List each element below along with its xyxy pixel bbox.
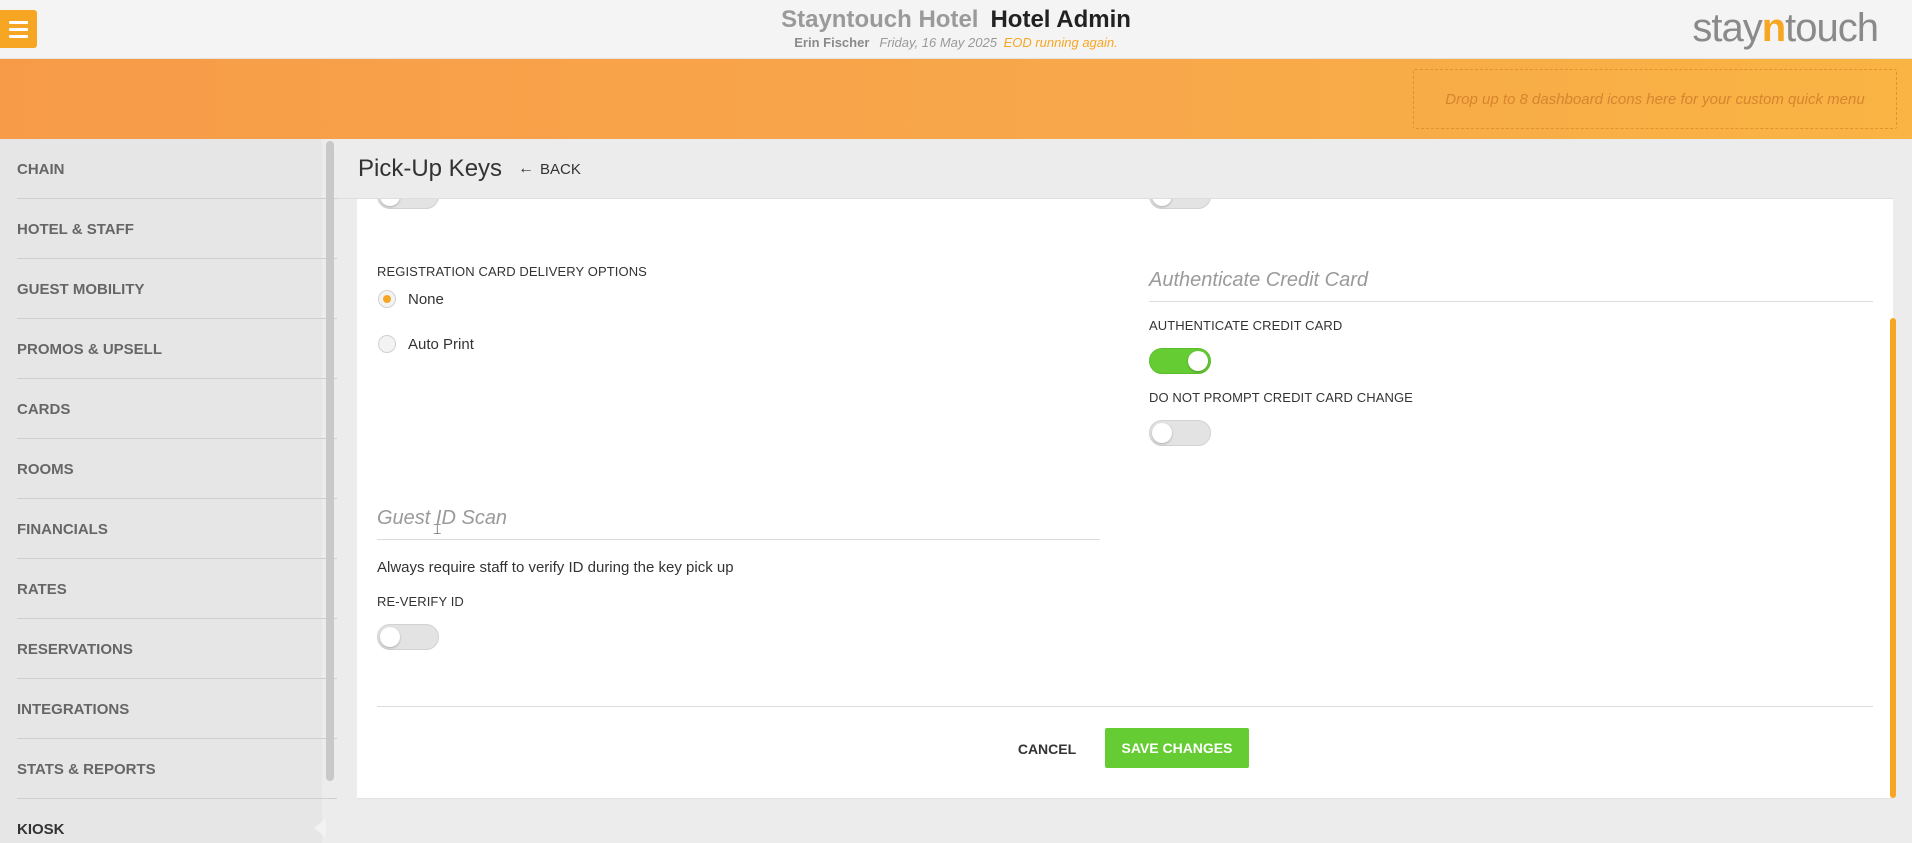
sidebar-item-label: INTEGRATIONS <box>17 700 130 718</box>
logo-text-n: n <box>1761 6 1786 50</box>
radio-button-selected[interactable] <box>378 290 396 308</box>
no-prompt-cc-change-toggle[interactable] <box>1149 420 1211 446</box>
section-title-guest-id-scan: Guest ID Scan <box>377 507 1100 540</box>
page-title: Pick-Up Keys <box>358 155 503 182</box>
logo-text-touch: touch <box>1785 6 1879 50</box>
header-subtitle: Erin Fischer Friday, 16 May 2025 EOD runn… <box>0 35 1912 51</box>
header-title-block: Stayntouch Hotel Hotel Admin Erin Fischer… <box>0 6 1912 51</box>
back-button-label: BACK <box>540 160 581 178</box>
top-bar: Stayntouch Hotel Hotel Admin Erin Fischer… <box>0 0 1912 59</box>
footer-divider <box>377 706 1873 707</box>
sidebar-item-financials[interactable]: FINANCIALS <box>0 499 337 559</box>
header-title: Stayntouch Hotel Hotel Admin <box>0 6 1912 34</box>
radio-option-auto-print[interactable]: Auto Print <box>378 335 474 353</box>
radio-option-label: Auto Print <box>408 335 474 353</box>
section-title-authenticate-credit-card: Authenticate Credit Card <box>1149 269 1873 302</box>
toggle-knob <box>380 627 400 647</box>
business-date: Friday, 16 May 2025 <box>879 35 997 50</box>
page-header: Pick-Up Keys ← BACK <box>337 139 1893 199</box>
quick-menu-band: Drop up to 8 dashboard icons here for yo… <box>0 59 1912 139</box>
toggle-knob <box>1152 423 1172 443</box>
authenticate-credit-card-label: AUTHENTICATE CREDIT CARD <box>1149 318 1343 333</box>
sidebar-scrollbar[interactable] <box>326 141 334 781</box>
user-name: Erin Fischer <box>794 35 870 50</box>
sidebar-item-rates[interactable]: RATES <box>0 559 337 619</box>
sidebar-item-integrations[interactable]: INTEGRATIONS <box>0 679 337 739</box>
sidebar-item-stats-reports[interactable]: STATS & REPORTS <box>0 739 337 799</box>
sidebar-item-promos-upsell[interactable]: PROMOS & UPSELL <box>0 319 337 379</box>
quick-menu-dropzone[interactable]: Drop up to 8 dashboard icons here for yo… <box>1413 69 1897 129</box>
back-button[interactable]: ← BACK <box>518 160 581 178</box>
toggle-knob <box>1188 351 1208 371</box>
sidebar-item-label: FINANCIALS <box>17 520 108 538</box>
sidebar-item-rooms[interactable]: ROOMS <box>0 439 337 499</box>
registration-options-label: REGISTRATION CARD DELIVERY OPTIONS <box>377 264 647 279</box>
sidebar-item-kiosk[interactable]: KIOSK <box>0 799 337 843</box>
radio-button[interactable] <box>378 335 396 353</box>
sidebar: CHAIN HOTEL & STAFF GUEST MOBILITY PROMO… <box>0 139 337 843</box>
sidebar-item-label: PROMOS & UPSELL <box>17 340 163 358</box>
stayntouch-logo: stayntouch <box>1692 6 1879 51</box>
reverify-id-label: RE-VERIFY ID <box>377 594 464 609</box>
sidebar-item-label: HOTEL & STAFF <box>17 220 134 238</box>
sidebar-item-hotel-staff[interactable]: HOTEL & STAFF <box>0 199 337 259</box>
text-cursor-icon: ⌶ <box>433 521 442 537</box>
sidebar-item-label: CARDS <box>17 400 71 418</box>
content-scrollbar[interactable] <box>1890 318 1896 798</box>
sidebar-item-guest-mobility[interactable]: GUEST MOBILITY <box>0 259 337 319</box>
sidebar-item-label: CHAIN <box>17 160 65 178</box>
logo-text-stay: stay <box>1692 6 1762 50</box>
sidebar-item-label: KIOSK <box>17 820 65 838</box>
sidebar-item-label: STATS & REPORTS <box>17 760 156 778</box>
sidebar-item-label: RESERVATIONS <box>17 640 133 658</box>
quick-menu-placeholder: Drop up to 8 dashboard icons here for yo… <box>1445 90 1865 108</box>
sidebar-item-cards[interactable]: CARDS <box>0 379 337 439</box>
sidebar-item-reservations[interactable]: RESERVATIONS <box>0 619 337 679</box>
save-changes-button[interactable]: SAVE CHANGES <box>1105 728 1249 768</box>
sidebar-item-label: GUEST MOBILITY <box>17 280 145 298</box>
radio-option-label: None <box>408 290 444 308</box>
eod-status: EOD running again. <box>1003 35 1118 50</box>
cancel-button[interactable]: CANCEL <box>1010 729 1084 769</box>
radio-option-none[interactable]: None <box>378 290 444 308</box>
sidebar-item-label: RATES <box>17 580 67 598</box>
guest-id-description: Always require staff to verify ID during… <box>377 559 734 576</box>
hotel-name: Stayntouch Hotel <box>781 6 979 33</box>
app-name: Hotel Admin <box>990 6 1131 33</box>
active-item-indicator <box>314 818 326 838</box>
sidebar-item-chain[interactable]: CHAIN <box>0 139 337 199</box>
authenticate-credit-card-toggle[interactable] <box>1149 348 1211 374</box>
reverify-id-toggle[interactable] <box>377 624 439 650</box>
arrow-left-icon: ← <box>518 160 534 177</box>
no-prompt-cc-change-label: DO NOT PROMPT CREDIT CARD CHANGE <box>1149 390 1413 405</box>
sidebar-item-label: ROOMS <box>17 460 74 478</box>
